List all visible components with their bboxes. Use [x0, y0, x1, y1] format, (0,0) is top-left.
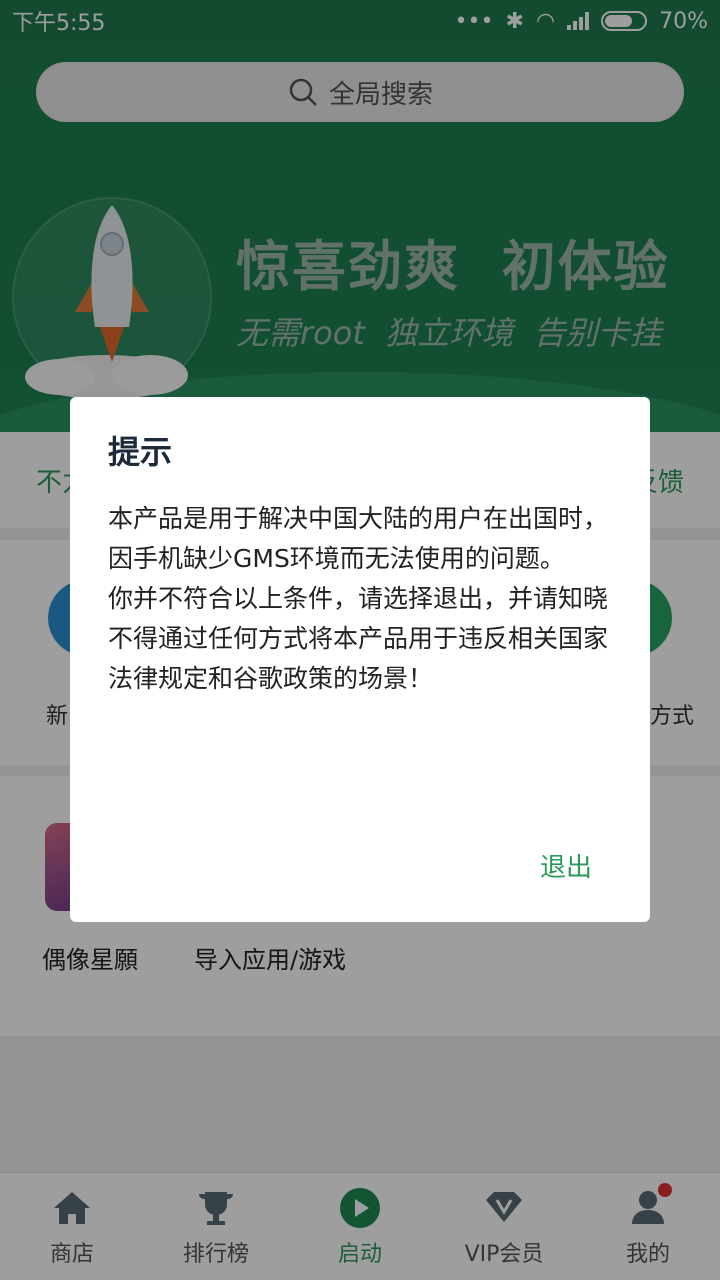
dialog-paragraph-1: 本产品是用于解决中国大陆的用户在出国时，因手机缺少GMS环境而无法使用的问题。 [108, 504, 609, 573]
notice-dialog: 提示 本产品是用于解决中国大陆的用户在出国时，因手机缺少GMS环境而无法使用的问… [70, 397, 650, 922]
exit-button[interactable]: 退出 [540, 847, 592, 884]
dialog-paragraph-2: 你并不符合以上条件，请选择退出，并请知晓不得通过任何方式将本产品用于违反相关国家… [108, 584, 609, 693]
dialog-title: 提示 [108, 433, 173, 471]
dialog-body: 本产品是用于解决中国大陆的用户在出国时，因手机缺少GMS环境而无法使用的问题。 … [108, 499, 612, 699]
